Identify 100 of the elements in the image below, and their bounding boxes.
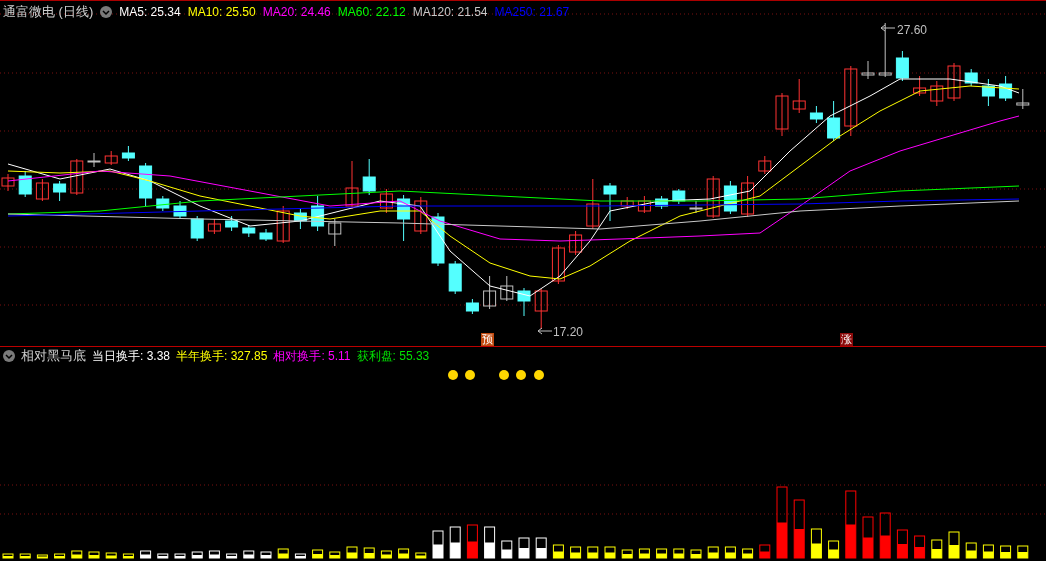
turnover-bar xyxy=(157,553,169,559)
turnover-bar xyxy=(1000,545,1012,559)
signal-marker: 涨 xyxy=(840,333,853,346)
turnover-bar xyxy=(484,526,496,559)
signal-dot xyxy=(499,370,509,380)
candlestick xyxy=(947,62,961,102)
turnover-bar xyxy=(243,550,255,559)
candlestick xyxy=(414,196,428,235)
legend-item: MA120: 21.54 xyxy=(412,4,488,20)
turnover-bar xyxy=(982,544,994,559)
turnover-bar xyxy=(466,524,478,559)
candlestick xyxy=(104,150,118,166)
candlestick xyxy=(827,100,841,142)
chevron-down-icon[interactable] xyxy=(100,6,113,18)
candlestick xyxy=(620,196,634,210)
turnover-bar xyxy=(449,526,461,559)
turnover-bar xyxy=(604,546,616,559)
low-arrow-icon xyxy=(537,327,553,335)
candlestick xyxy=(362,158,376,196)
legend-item: MA60: 22.12 xyxy=(337,4,406,20)
legend-item: 获利盘: 55.33 xyxy=(356,348,430,364)
candlestick xyxy=(534,288,548,330)
low-price-label: 17.20 xyxy=(553,324,584,341)
candlestick xyxy=(276,205,290,244)
candlestick xyxy=(999,75,1013,102)
turnover-bar xyxy=(914,535,926,559)
signal-dot xyxy=(534,370,544,380)
turnover-bar xyxy=(226,553,238,559)
candlestick xyxy=(53,180,67,202)
turnover-bar xyxy=(432,530,444,559)
turnover-bar xyxy=(587,546,599,559)
legend-item: MA10: 25.50 xyxy=(187,4,256,20)
candlestick xyxy=(913,75,927,97)
turnover-bar xyxy=(398,548,410,559)
turnover-bar xyxy=(570,546,582,559)
turnover-bar xyxy=(36,554,48,559)
turnover-bar xyxy=(208,550,220,559)
candlestick xyxy=(672,188,686,205)
turnover-bar xyxy=(552,544,564,559)
candlestick xyxy=(448,260,462,295)
turnover-bar xyxy=(19,553,31,559)
turnover-bar xyxy=(415,552,427,559)
candlestick xyxy=(242,224,256,238)
turnover-bar xyxy=(965,542,977,559)
candlestick xyxy=(895,50,909,82)
candlestick xyxy=(861,60,875,80)
candlestick xyxy=(397,194,411,242)
turnover-bar xyxy=(793,499,805,559)
turnover-bar xyxy=(1017,545,1029,559)
candlestick xyxy=(689,200,703,214)
candlestick xyxy=(259,228,273,242)
turnover-bar xyxy=(518,537,530,559)
candlestick xyxy=(70,158,84,196)
candlestick xyxy=(225,215,239,232)
candlestick xyxy=(18,170,32,198)
candlestick xyxy=(792,78,806,114)
candlestick xyxy=(930,80,944,107)
turnover-bar xyxy=(931,539,943,559)
candlestick xyxy=(878,22,892,78)
candlestick xyxy=(139,162,153,207)
turnover-bar xyxy=(122,553,134,559)
turnover-bar xyxy=(88,551,100,559)
turnover-bar xyxy=(896,529,908,559)
turnover-bar xyxy=(312,549,324,559)
candlestick xyxy=(500,275,514,302)
turnover-bar xyxy=(140,550,152,559)
candlestick xyxy=(723,180,737,215)
turnover-bar xyxy=(535,537,547,559)
candlestick xyxy=(87,152,101,168)
candlestick xyxy=(311,195,325,232)
candlestick xyxy=(569,230,583,256)
chevron-down-icon[interactable] xyxy=(3,350,15,362)
turnover-bar xyxy=(380,550,392,559)
candlestick xyxy=(328,218,342,247)
candlestick xyxy=(293,208,307,230)
legend-item: 相对换手: 5.11 xyxy=(273,348,351,364)
candlestick xyxy=(156,195,170,212)
candlestick xyxy=(551,244,565,285)
turnover-bar xyxy=(673,548,685,559)
candlestick xyxy=(121,145,135,162)
candlestick xyxy=(981,78,995,107)
turnover-bar xyxy=(828,540,840,559)
turnover-bar xyxy=(294,553,306,559)
candlestick xyxy=(1,173,15,192)
turnover-bar xyxy=(707,546,719,559)
candlestick xyxy=(964,68,978,87)
turnover-bar xyxy=(862,516,874,559)
turnover-bar xyxy=(810,528,822,559)
turnover-bar xyxy=(501,540,513,559)
signal-dot xyxy=(448,370,458,380)
turnover-bar xyxy=(638,548,650,559)
turnover-bar xyxy=(191,551,203,559)
turnover-bar xyxy=(656,548,668,559)
legend-item: 当日换手: 3.38 xyxy=(92,348,171,364)
chart-title: 通富微电 (日线) xyxy=(3,4,94,20)
turnover-bar xyxy=(71,550,83,559)
turnover-bar xyxy=(845,490,857,559)
legend-item: MA20: 24.46 xyxy=(262,4,331,20)
signal-marker: 预 xyxy=(481,333,494,346)
turnover-bar xyxy=(277,548,289,559)
